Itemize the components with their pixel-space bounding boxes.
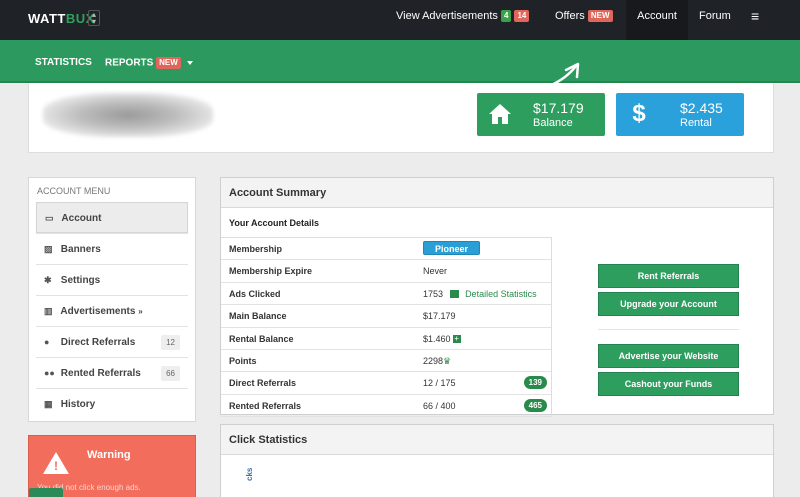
nav-account[interactable]: Account xyxy=(626,0,688,40)
table-row: Membership Pioneer xyxy=(221,238,551,261)
table-row: Ads Clicked 1753 Detailed Statistics xyxy=(221,283,551,306)
table-row: Main Balance $17.179 xyxy=(221,305,551,328)
click-statistics-panel: Click Statistics cks xyxy=(220,424,774,497)
table-row: Direct Referrals 12 / 175 139 xyxy=(221,372,551,395)
rent-referrals-button[interactable]: Rent Referrals xyxy=(598,264,739,288)
rental-label: Rental xyxy=(680,117,712,129)
sidebar-item-banners[interactable]: ▨ Banners xyxy=(36,233,188,264)
count-badge: 66 xyxy=(161,366,180,381)
membership-badge: Pioneer xyxy=(423,241,481,255)
gear-icon: ✱ xyxy=(44,275,52,285)
advertise-website-button[interactable]: Advertise your Website xyxy=(598,344,739,368)
count-badge: 465 xyxy=(523,398,547,412)
nav-offers[interactable]: Offers NEW xyxy=(555,0,613,40)
subnav-reports[interactable]: REPORTS NEW xyxy=(105,57,193,69)
account-details-table: Membership Pioneer Membership Expire Nev… xyxy=(221,237,552,418)
nav-forum[interactable]: Forum xyxy=(699,0,731,40)
updown-icon[interactable]: ▴ ▾ xyxy=(88,10,100,26)
user-header: $17.179 Balance $ $2.435 Rental xyxy=(28,83,774,153)
table-row: Rental Balance $1.460 + xyxy=(221,328,551,350)
image-icon: ▨ xyxy=(44,244,53,254)
sidebar-item-advertisements[interactable]: ▥ Advertisements » xyxy=(36,295,188,326)
subnav-statistics[interactable]: STATISTICS xyxy=(35,57,92,68)
account-menu-title: ACCOUNT MENU xyxy=(37,186,111,196)
users-icon: ●● xyxy=(44,368,55,378)
upgrade-account-button[interactable]: Upgrade your Account xyxy=(598,292,739,316)
warning-button[interactable] xyxy=(29,488,63,497)
blurred-username xyxy=(43,93,213,137)
user-icon: ● xyxy=(44,337,50,347)
home-icon xyxy=(487,101,513,127)
sidebar-item-history[interactable]: ▦ History xyxy=(36,388,188,419)
table-row: Rented Referrals 66 / 400 465 xyxy=(221,395,551,418)
sidebar-item-direct-referrals[interactable]: ● Direct Referrals 12 xyxy=(36,326,188,357)
calendar-icon: ▦ xyxy=(44,399,53,409)
cashout-funds-button[interactable]: Cashout your Funds xyxy=(598,372,739,396)
caret-down-icon xyxy=(186,61,193,65)
warning-title: Warning xyxy=(87,449,131,461)
trophy-icon: ♛ xyxy=(443,355,452,366)
balance-card[interactable]: $17.179 Balance xyxy=(477,93,605,136)
table-row: Membership Expire Never xyxy=(221,260,551,283)
plus-icon[interactable]: + xyxy=(452,335,461,344)
details-title: Your Account Details xyxy=(229,218,320,228)
hamburger-icon[interactable]: ≡ xyxy=(751,0,759,40)
divider xyxy=(598,329,739,330)
sidebar-item-account[interactable]: ▭ Account xyxy=(36,202,188,233)
sidebar-item-settings[interactable]: ✱ Settings xyxy=(36,264,188,295)
chart-icon: ▥ xyxy=(44,306,53,316)
ads-count-green-badge: 4 xyxy=(500,10,512,23)
balance-value: $17.179 xyxy=(533,100,584,116)
new-badge: NEW xyxy=(156,57,181,69)
detailed-statistics-link[interactable]: Detailed Statistics xyxy=(465,289,537,299)
top-navbar: WATTBUX ▴ ▾ View Advertisements 4 14 Offe… xyxy=(0,0,800,40)
stats-icon xyxy=(449,290,459,299)
rental-card[interactable]: $ $2.435 Rental xyxy=(616,93,744,136)
count-badge: 12 xyxy=(161,335,180,350)
account-summary-panel: Account Summary Your Account Details Mem… xyxy=(220,177,774,418)
count-badge: 139 xyxy=(523,376,547,390)
panel-title: Click Statistics xyxy=(221,425,773,455)
dollar-icon: $ xyxy=(632,100,646,127)
axis-label: cks xyxy=(245,467,254,481)
sidebar-item-rented-referrals[interactable]: ●● Rented Referrals 66 xyxy=(36,357,188,388)
ads-count-red-badge: 14 xyxy=(514,10,530,23)
brand-logo[interactable]: WATTBUX xyxy=(28,11,95,26)
chevron-down-icon: » xyxy=(138,307,143,316)
panel-title: Account Summary xyxy=(221,178,773,208)
nav-view-advertisements[interactable]: View Advertisements 4 14 xyxy=(396,0,530,40)
warning-box: ! Warning You did not click enough ads. xyxy=(28,435,196,497)
table-row: Points 2298♛ xyxy=(221,350,551,373)
new-badge: NEW xyxy=(587,10,613,23)
sub-navbar: STATISTICS REPORTS NEW xyxy=(0,40,800,97)
account-menu: ACCOUNT MENU ▭ Account ▨ Banners ✱ Setti… xyxy=(28,177,196,422)
balance-label: Balance xyxy=(533,117,573,129)
monitor-icon: ▭ xyxy=(45,213,54,223)
rental-value: $2.435 xyxy=(680,100,723,116)
